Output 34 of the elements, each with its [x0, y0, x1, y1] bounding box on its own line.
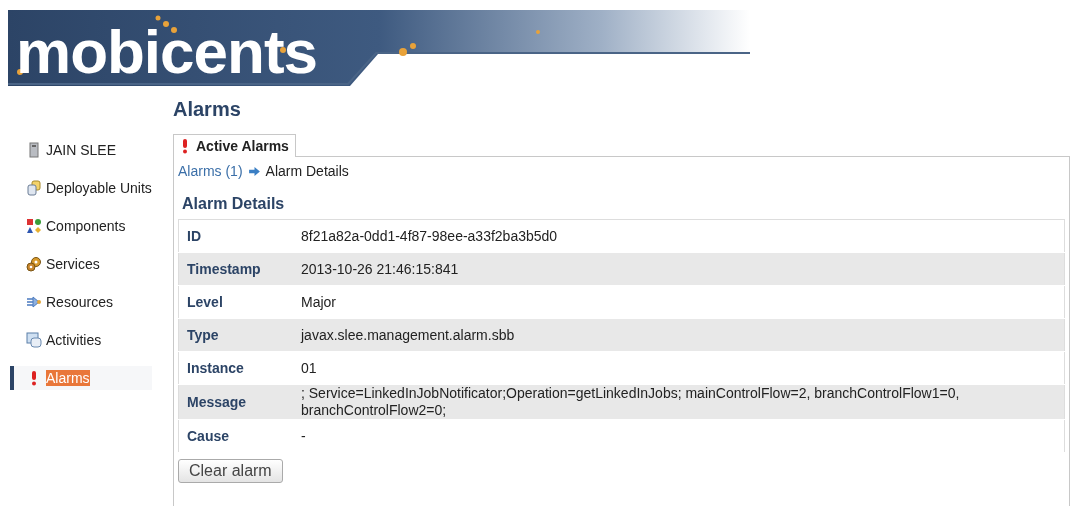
server-icon — [26, 142, 42, 158]
alert-icon — [182, 138, 188, 154]
field-label: Message — [178, 384, 293, 420]
field-label: Level — [178, 285, 293, 319]
tab[interactable]: Active Alarms — [173, 134, 296, 157]
field-value: 2013-10-26 21:46:15:841 — [293, 252, 1065, 286]
gears-icon — [26, 256, 42, 272]
field-value: Major — [293, 285, 1065, 319]
arrow-icon — [248, 166, 260, 176]
field-value: ; Service=LinkedInJobNotificator;Operation=getLinkedInJobs; mainControlFlow=2, branchControlFlow1=0, branchControlFlow2=0; — [293, 384, 1065, 420]
field-label: Timestamp — [178, 252, 293, 286]
sidebar-item[interactable]: JAIN SLEE — [10, 138, 152, 162]
sidebar-item[interactable]: Deployable Units — [10, 176, 152, 200]
field-value: 01 — [293, 351, 1065, 385]
breadcrumb-current: Alarm Details — [265, 163, 349, 179]
field-label: Type — [178, 318, 293, 352]
field-value: - — [293, 419, 1065, 453]
sidebar-item[interactable]: Activities — [10, 328, 152, 352]
clear-alarm-button[interactable]: Clear alarm — [178, 459, 283, 483]
shapes-icon — [26, 218, 42, 234]
field-value: 8f21a82a-0dd1-4f87-98ee-a33f2ba3b5d0 — [293, 219, 1065, 253]
section-title: Alarm Details — [182, 195, 286, 213]
jars-icon — [26, 180, 42, 196]
sidebar-item[interactable]: Resources — [10, 290, 152, 314]
sidebar-item[interactable]: Components — [10, 214, 152, 238]
plug-icon — [26, 294, 42, 310]
windows-icon — [26, 332, 42, 348]
sidebar-item[interactable]: Services — [10, 252, 152, 276]
field-label: ID — [178, 219, 293, 253]
field-value: javax.slee.management.alarm.sbb — [293, 318, 1065, 352]
breadcrumb-link[interactable]: Alarms (1) — [178, 163, 243, 179]
field-label: Cause — [178, 419, 293, 453]
field-label: Instance — [178, 351, 293, 385]
page-title: Alarms — [173, 98, 242, 122]
